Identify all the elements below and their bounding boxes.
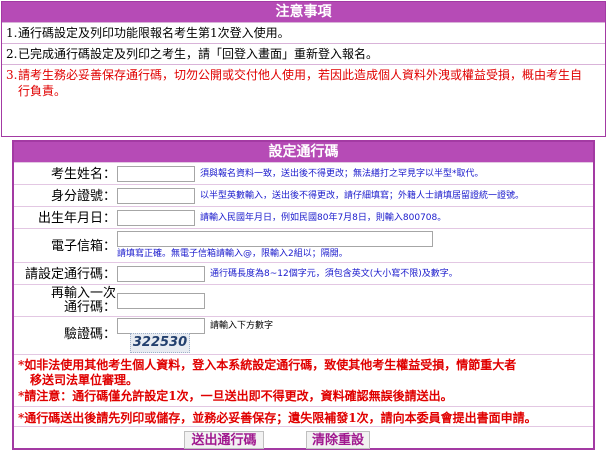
submit-passcode-button[interactable]: 送出通行碼 [184, 431, 264, 449]
warning-print-save: *通行碼送出後請先列印或儲存，並務必妥善保存；遺失限補發1次，請向本委員會提出書… [18, 411, 537, 425]
confirm-password-row: 再輸入一次 通行碼： [14, 284, 593, 317]
notice-item-text: 請考生務必妥善保存通行碼，切勿公開或交付他人使用，若因此造成個人資料外洩或權益受… [18, 68, 583, 98]
captcha-image: 322530 [130, 333, 190, 353]
name-hint: 須與報名資料一致，送出後不得更改；無法繕打之罕見字以半型*取代。 [200, 169, 484, 179]
name-label: 考生姓名： [50, 167, 116, 182]
name-input[interactable] [117, 166, 195, 182]
password-input[interactable] [117, 266, 205, 282]
confirm-label-line1: 再輸入一次 [50, 286, 116, 301]
captcha-hint: 請輸入下方數字 [210, 321, 274, 331]
birth-hint: 請輸入民國年月日，例如民國80年7月8日，則輸入800708。 [200, 213, 447, 223]
warning-once: *請注意：通行碼僅允許設定1次，一旦送出即不得更改，資料確認無誤後請送出。 [18, 389, 453, 403]
name-row: 考生姓名： 須與報名資料一致，送出後不得更改；無法繕打之罕見字以半型*取代。 [14, 162, 593, 185]
notice-item-text: 通行碼設定及列印功能限報名考生第1次登入使用。 [18, 26, 290, 40]
birth-label: 出生年月日： [37, 211, 116, 226]
password-hint: 通行碼長度為8~12個字元，須包含英文(大小寫不限)及數字。 [210, 269, 458, 279]
warning-illegal-use-row: *如非法使用其他考生個人資料，登入本系統設定通行碼，致使其他考生權益受損，情節重… [14, 354, 593, 389]
notice-title: 注意事項 [2, 2, 605, 22]
password-row: 請設定通行碼： 通行碼長度為8~12個字元，須包含英文(大小寫不限)及數字。 [14, 262, 593, 285]
notice-item-number: 1. [6, 26, 18, 40]
notice-item: 2.已完成通行碼設定及列印之考生，請「回登入畫面」重新登入報名。 [2, 43, 605, 64]
passcode-setup-form: 設定通行碼 考生姓名： 須與報名資料一致，送出後不得更改；無法繕打之罕見字以半型… [12, 140, 595, 450]
notice-item: 3.請考生務必妥善保存通行碼，切勿公開或交付他人使用，若因此造成個人資料外洩或權… [2, 64, 605, 101]
confirm-label-line2: 通行碼： [63, 300, 116, 315]
birth-input[interactable] [117, 210, 195, 226]
password-label: 請設定通行碼： [24, 267, 116, 282]
id-input[interactable] [117, 188, 195, 204]
notice-item-number: 2. [6, 47, 18, 61]
button-row: 送出通行碼 清除重設 [14, 426, 593, 449]
captcha-row: 驗證碼： 請輸入下方數字 322530 [14, 316, 593, 355]
id-hint: 以半型英數輸入，送出後不得更改，請仔細填寫；外籍人士請填居留證統一證號。 [200, 191, 525, 201]
email-input[interactable] [117, 231, 433, 247]
warning-once-row: *請注意：通行碼僅允許設定1次，一旦送出即不得更改，資料確認無誤後請送出。 [14, 388, 593, 406]
form-title: 設定通行碼 [14, 142, 593, 162]
notice-item-number: 3. [6, 68, 18, 82]
email-hint: 請填寫正確。無電子信箱請輸入@，限輸入2組以；隔開。 [117, 249, 348, 259]
notice-panel: 注意事項 1.通行碼設定及列印功能限報名考生第1次登入使用。 2.已完成通行碼設… [1, 1, 606, 137]
reset-button[interactable]: 清除重設 [306, 431, 370, 449]
email-label: 電子信箱： [50, 239, 116, 254]
email-row: 電子信箱： 請填寫正確。無電子信箱請輸入@，限輸入2組以；隔開。 [14, 228, 593, 263]
birth-row: 出生年月日： 請輸入民國年月日，例如民國80年7月8日，則輸入800708。 [14, 206, 593, 229]
captcha-input[interactable] [117, 318, 205, 334]
warning-illegal-use-line2: 移送司法單位審理。 [30, 373, 139, 387]
id-label: 身分證號： [50, 189, 116, 204]
notice-item-text: 已完成通行碼設定及列印之考生，請「回登入畫面」重新登入報名。 [18, 47, 379, 61]
notice-item: 1.通行碼設定及列印功能限報名考生第1次登入使用。 [2, 22, 605, 43]
confirm-password-input[interactable] [117, 293, 205, 309]
captcha-label: 驗證碼： [63, 327, 116, 342]
id-row: 身分證號： 以半型英數輸入，送出後不得更改，請仔細填寫；外籍人士請填居留證統一證… [14, 184, 593, 207]
warning-illegal-use-line1: *如非法使用其他考生個人資料，登入本系統設定通行碼，致使其他考生權益受損，情節重… [18, 358, 517, 372]
